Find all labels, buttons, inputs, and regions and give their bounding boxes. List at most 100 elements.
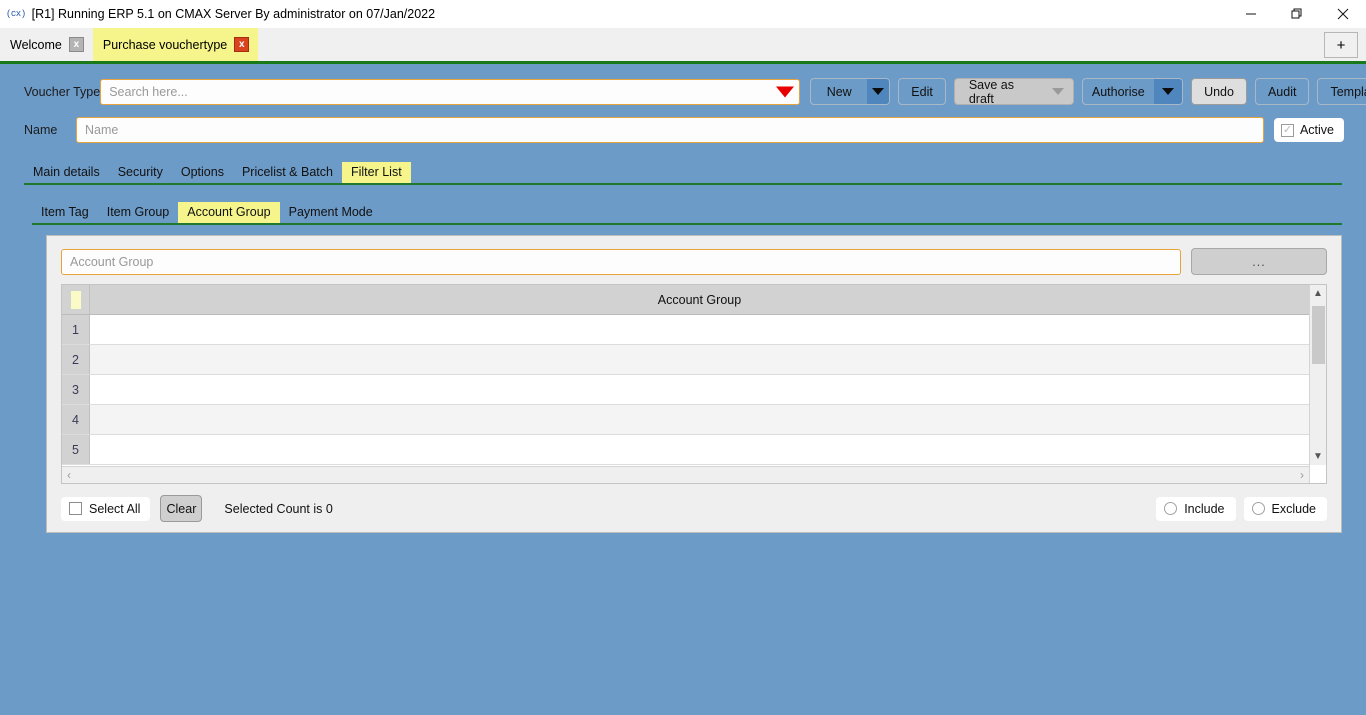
scroll-left-icon[interactable]: ‹ xyxy=(67,469,71,481)
subtab-item-group[interactable]: Item Group xyxy=(98,202,179,224)
undo-button[interactable]: Undo xyxy=(1191,78,1247,105)
account-group-filter-panel: ... Account Group 1 2 xyxy=(46,235,1342,533)
app-logo-icon: (cx) xyxy=(6,9,26,19)
document-tab-strip: Welcome x Purchase vouchertype x + xyxy=(0,28,1366,64)
voucher-type-search-wrap xyxy=(100,78,801,105)
vertical-scroll-track[interactable] xyxy=(1310,302,1326,448)
chevron-down-icon[interactable] xyxy=(776,86,795,97)
record-toolbar: New Edit Save as draft Authorise Undo Au… xyxy=(810,78,1366,105)
voucher-type-row: Voucher Type New Edit Save as draft Auth… xyxy=(0,64,1366,105)
row-cell-account-group[interactable] xyxy=(90,405,1309,434)
new-tab-button[interactable]: + xyxy=(1324,32,1358,58)
grid-corner-marker-icon xyxy=(70,290,81,309)
panel-search-row: ... xyxy=(61,248,1327,275)
grid-horizontal-scrollbar[interactable]: ‹ › xyxy=(62,466,1309,483)
save-as-draft-chevron-down-icon xyxy=(1044,79,1073,104)
exclude-radio-button[interactable] xyxy=(1251,502,1265,515)
scroll-down-icon[interactable]: ▼ xyxy=(1310,448,1326,465)
table-row[interactable]: 4 xyxy=(62,405,1309,435)
restore-icon[interactable] xyxy=(1274,0,1320,28)
authorise-button-chevron-down-icon[interactable] xyxy=(1154,79,1183,104)
table-row[interactable]: 5 xyxy=(62,435,1309,465)
grid-column-header-account-group[interactable]: Account Group xyxy=(90,285,1309,314)
exclude-radio[interactable]: Exclude xyxy=(1243,496,1327,521)
table-row[interactable]: 1 xyxy=(62,315,1309,345)
row-cell-account-group[interactable] xyxy=(90,315,1309,344)
select-all-checkbox-box[interactable] xyxy=(69,502,82,515)
tab-main-details[interactable]: Main details xyxy=(24,162,109,184)
tab-security[interactable]: Security xyxy=(109,162,172,184)
row-cell-account-group[interactable] xyxy=(90,345,1309,374)
grid-vertical-scrollbar[interactable]: ▲ ▼ xyxy=(1309,285,1326,483)
audit-button[interactable]: Audit xyxy=(1254,78,1310,105)
panel-footer-right: Include Exclude xyxy=(1156,496,1327,521)
include-radio[interactable]: Include xyxy=(1156,496,1236,521)
active-checkbox-box[interactable]: ✓ xyxy=(1280,123,1294,137)
exclude-radio-label: Exclude xyxy=(1271,501,1316,516)
tab-welcome[interactable]: Welcome x xyxy=(0,28,93,61)
row-number: 3 xyxy=(62,375,90,404)
tab-filter-list[interactable]: Filter List xyxy=(341,161,411,183)
subtab-payment-mode[interactable]: Payment Mode xyxy=(280,202,382,224)
row-cell-account-group[interactable] xyxy=(90,375,1309,404)
select-all-checkbox[interactable]: Select All xyxy=(61,496,151,521)
tab-welcome-label: Welcome xyxy=(10,37,62,52)
account-group-grid: Account Group 1 2 3 4 5 ‹ › ▲ ▼ xyxy=(61,284,1327,484)
account-group-search-input[interactable] xyxy=(61,248,1181,275)
row-cell-account-group[interactable] xyxy=(90,435,1309,464)
row-number: 5 xyxy=(62,435,90,464)
grid-rows: 1 2 3 4 5 xyxy=(62,315,1309,466)
subtab-item-tag[interactable]: Item Tag xyxy=(32,202,98,224)
row-number: 2 xyxy=(62,345,90,374)
close-icon[interactable] xyxy=(1320,0,1366,28)
edit-button[interactable]: Edit xyxy=(898,78,946,105)
vertical-scroll-thumb[interactable] xyxy=(1312,306,1325,364)
save-as-draft-label: Save as draft xyxy=(968,78,1014,105)
include-radio-button[interactable] xyxy=(1164,502,1178,515)
name-input-wrap xyxy=(76,117,1264,143)
authorise-button-label: Authorise xyxy=(1091,84,1145,99)
minimize-icon[interactable] xyxy=(1228,0,1274,28)
clear-button[interactable]: Clear xyxy=(160,495,203,522)
window-title: [R1] Running ERP 5.1 on CMAX Server By a… xyxy=(31,7,436,21)
grid-header-row: Account Group xyxy=(62,285,1309,315)
new-button[interactable]: New xyxy=(810,78,891,105)
new-tab-container: + xyxy=(1324,32,1358,58)
account-group-input-wrap xyxy=(61,248,1181,275)
scrollbar-corner xyxy=(1310,465,1326,483)
table-row[interactable]: 3 xyxy=(62,375,1309,405)
grid-corner-cell[interactable] xyxy=(62,285,90,314)
select-all-label: Select All xyxy=(89,501,141,516)
row-number: 1 xyxy=(62,315,90,344)
form-body: Voucher Type New Edit Save as draft Auth… xyxy=(0,64,1366,715)
authorise-button[interactable]: Authorise xyxy=(1081,78,1184,105)
tab-welcome-close-icon[interactable]: x xyxy=(68,37,84,52)
save-as-draft-button[interactable]: Save as draft xyxy=(953,78,1074,105)
tab-pricelist-batch[interactable]: Pricelist & Batch xyxy=(233,162,342,184)
tab-purchase-vouchertype-label: Purchase vouchertype xyxy=(102,37,228,52)
browse-button[interactable]: ... xyxy=(1191,248,1327,275)
voucher-type-search-input[interactable] xyxy=(100,78,801,105)
new-button-chevron-down-icon[interactable] xyxy=(867,79,890,104)
voucher-type-label: Voucher Type xyxy=(24,84,101,99)
title-bar: (cx) [R1] Running ERP 5.1 on CMAX Server… xyxy=(0,0,1366,28)
table-row[interactable]: 2 xyxy=(62,345,1309,375)
name-label: Name xyxy=(24,123,58,137)
include-radio-label: Include xyxy=(1184,501,1225,516)
tab-purchase-vouchertype[interactable]: Purchase vouchertype x xyxy=(92,28,259,61)
tab-purchase-vouchertype-close-icon[interactable]: x xyxy=(234,37,250,52)
template-button[interactable]: Template xyxy=(1317,78,1366,105)
name-input[interactable] xyxy=(76,117,1264,143)
filter-sub-tab-row: Item Tag Item Group Account Group Paymen… xyxy=(32,199,1342,225)
name-row: Name ✓ Active xyxy=(0,105,1366,143)
scroll-right-icon[interactable]: › xyxy=(1300,469,1304,481)
scroll-up-icon[interactable]: ▲ xyxy=(1310,285,1326,302)
window-controls xyxy=(1228,0,1366,28)
panel-footer-left: Select All Clear Selected Count is 0 xyxy=(61,495,333,522)
main-tab-row: Main details Security Options Pricelist … xyxy=(24,159,1342,185)
tab-options[interactable]: Options xyxy=(172,162,233,184)
subtab-account-group[interactable]: Account Group xyxy=(178,201,280,223)
grid-main: Account Group 1 2 3 4 5 ‹ › xyxy=(62,285,1309,483)
new-button-label: New xyxy=(826,84,852,99)
active-checkbox[interactable]: ✓ Active xyxy=(1273,118,1344,142)
